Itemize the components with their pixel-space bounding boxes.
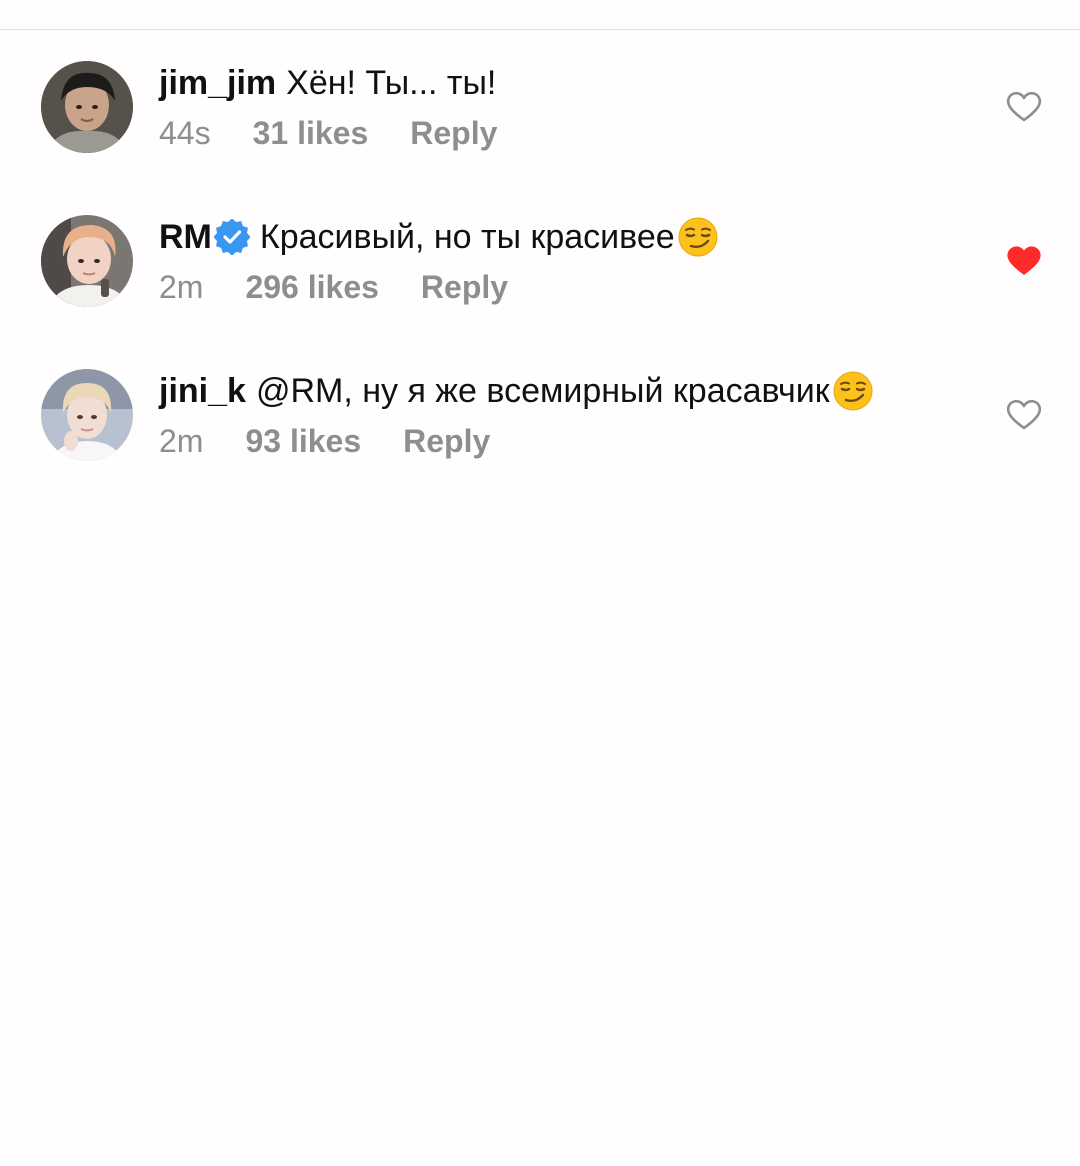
username[interactable]: jini_k bbox=[159, 369, 246, 413]
timestamp: 44s bbox=[159, 115, 211, 151]
comment-line: jim_jim Хён! Ты... ты! bbox=[159, 61, 496, 105]
reply-button[interactable]: Reply bbox=[403, 421, 490, 461]
comment-meta: 44s 31 likes Reply bbox=[159, 113, 497, 153]
username[interactable]: RM bbox=[159, 215, 212, 259]
likes-count[interactable]: 31 likes bbox=[253, 113, 369, 153]
avatar[interactable] bbox=[41, 215, 133, 307]
comment-text: Красивый, но ты красивее bbox=[259, 218, 675, 256]
comment-meta: 2m 296 likes Reply bbox=[159, 267, 508, 307]
smirking-face-emoji-icon bbox=[833, 371, 873, 411]
comment-item: jini_k @RM, ну я же всемирный красавчик … bbox=[0, 369, 1080, 479]
comment-meta: 2m 93 likes Reply bbox=[159, 421, 490, 461]
likes-count[interactable]: 296 likes bbox=[245, 267, 378, 307]
username[interactable]: jim_jim bbox=[159, 61, 276, 105]
comment-item: RM Красивый, но ты красивее 2m 296 likes… bbox=[0, 215, 1080, 325]
comment-text: Хён! Ты... ты! bbox=[286, 64, 497, 102]
likes-count[interactable]: 93 likes bbox=[245, 421, 361, 461]
heart-outline-icon[interactable] bbox=[1006, 399, 1042, 431]
smirking-face-emoji-icon bbox=[678, 217, 718, 257]
heart-outline-icon[interactable] bbox=[1006, 91, 1042, 123]
avatar[interactable] bbox=[41, 61, 133, 153]
heart-filled-icon[interactable] bbox=[1006, 245, 1042, 277]
reply-button[interactable]: Reply bbox=[410, 113, 497, 153]
comment-line: jini_k @RM, ну я же всемирный красавчик bbox=[159, 369, 874, 413]
reply-button[interactable]: Reply bbox=[421, 267, 508, 307]
top-divider bbox=[0, 29, 1080, 30]
comment-item: jim_jim Хён! Ты... ты! 44s 31 likes Repl… bbox=[0, 61, 1080, 171]
comment-text: @RM, ну я же всемирный красавчик bbox=[255, 372, 830, 410]
timestamp: 2m bbox=[159, 423, 204, 459]
comment-line: RM Красивый, но ты красивее bbox=[159, 215, 719, 259]
timestamp: 2m bbox=[159, 269, 204, 305]
verified-badge-icon bbox=[213, 219, 250, 255]
avatar[interactable] bbox=[41, 369, 133, 461]
